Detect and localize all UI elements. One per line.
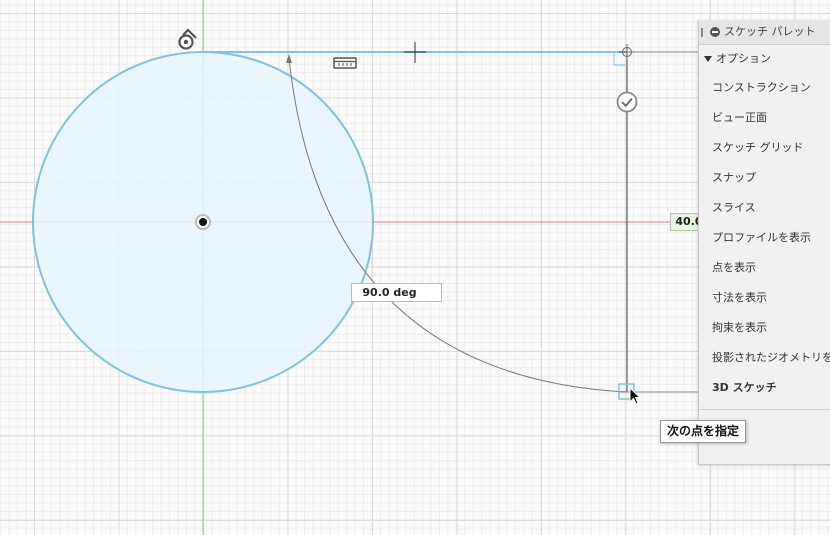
palette-grip-icon[interactable] bbox=[701, 28, 703, 37]
palette-item-look-at[interactable]: ビュー正面 bbox=[699, 103, 830, 133]
cursor-tooltip: 次の点を指定 bbox=[660, 420, 747, 443]
palette-item-show-profile[interactable]: プロファイルを表示 bbox=[699, 223, 830, 253]
palette-item-slice[interactable]: スライス bbox=[699, 193, 830, 223]
angle-arrow bbox=[286, 54, 292, 63]
palette-item-show-constraints[interactable]: 拘束を表示 bbox=[699, 313, 830, 343]
palette-item-snap[interactable]: スナップ bbox=[699, 163, 830, 193]
triangle-down-icon bbox=[704, 56, 712, 62]
palette-item-show-dimensions[interactable]: 寸法を表示 bbox=[699, 283, 830, 313]
palette-item-sketch-grid[interactable]: スケッチ グリッド bbox=[699, 133, 830, 163]
palette-header[interactable]: スケッチ パレット bbox=[699, 20, 830, 45]
palette-item-show-projected-geometry[interactable]: 投影されたジオメトリを bbox=[699, 343, 830, 373]
collapse-icon[interactable] bbox=[710, 27, 720, 37]
center-point bbox=[199, 218, 207, 226]
palette-item-show-points[interactable]: 点を表示 bbox=[699, 253, 830, 283]
angle-dimension-input[interactable]: 90.0 deg bbox=[351, 283, 442, 302]
palette-divider bbox=[699, 409, 830, 410]
sketch-palette: スケッチ パレット オプション コンストラクション ビュー正面 スケッチ グリッ… bbox=[698, 20, 830, 465]
palette-item-construction[interactable]: コンストラクション bbox=[699, 73, 830, 103]
palette-item-3d-sketch[interactable]: 3D スケッチ bbox=[699, 373, 830, 403]
check-icon[interactable] bbox=[616, 91, 638, 113]
options-section-label: オプション bbox=[716, 52, 771, 65]
horizontal-constraint-icon[interactable] bbox=[333, 57, 357, 69]
palette-title: スケッチ パレット bbox=[724, 25, 816, 38]
perpendicular-marker bbox=[613, 52, 627, 66]
options-section-toggle[interactable]: オプション bbox=[699, 45, 830, 73]
lock-constraint-icon[interactable] bbox=[176, 28, 202, 52]
mouse-cursor bbox=[629, 386, 642, 405]
